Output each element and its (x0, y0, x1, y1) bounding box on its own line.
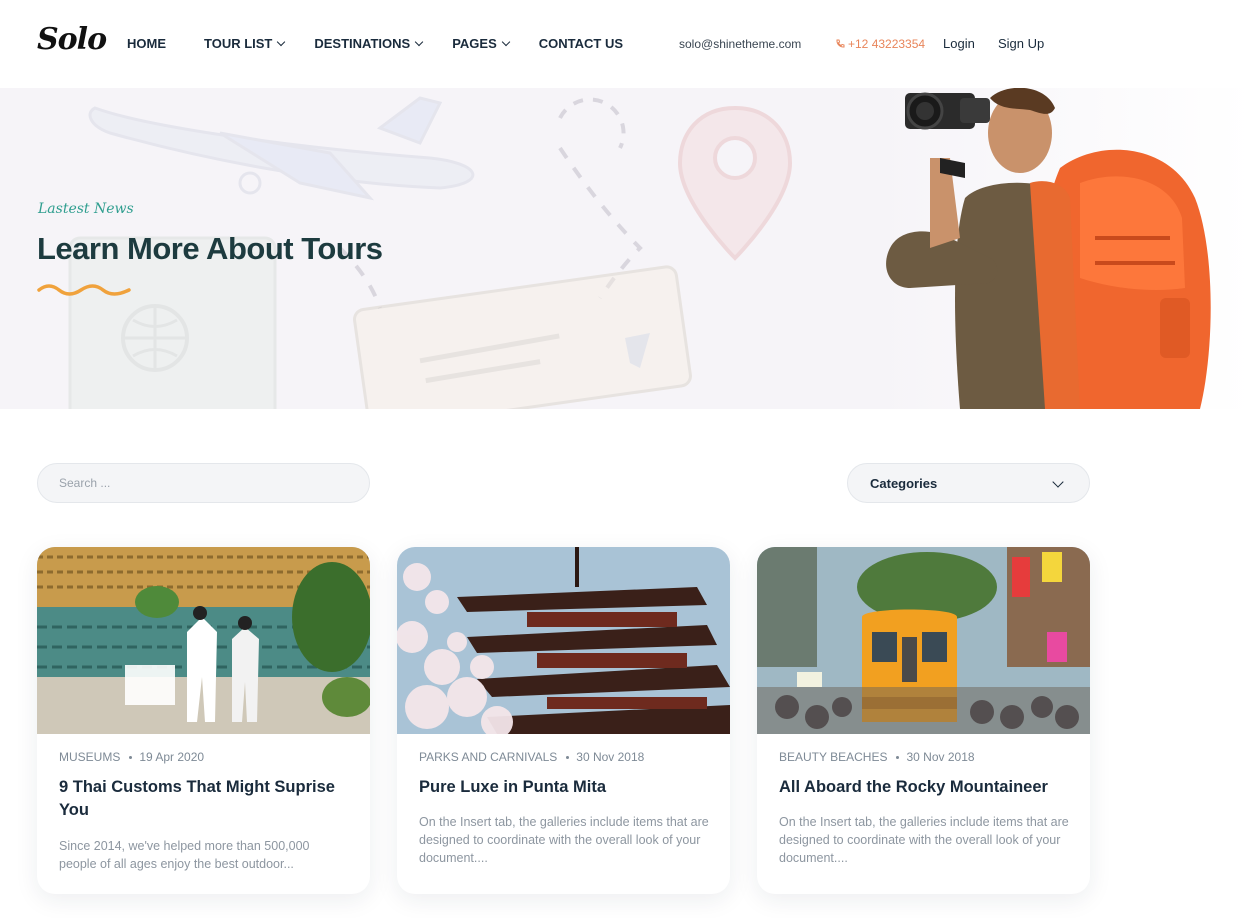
contact-phone[interactable]: +12 43223354 (835, 37, 925, 51)
nav-pages-label: PAGES (452, 36, 497, 51)
post-date: 30 Nov 2018 (576, 750, 645, 764)
signup-link[interactable]: Sign Up (998, 36, 1044, 51)
nav-contact-us-label: CONTACT US (538, 36, 624, 51)
categories-label: Categories (870, 475, 938, 491)
logo[interactable]: Solo (37, 22, 107, 57)
chevron-down-icon (277, 37, 286, 46)
contact-phone-number: +12 43223354 (848, 37, 926, 51)
meta-dot (566, 755, 570, 759)
hero-subtitle: Lastest News (38, 201, 134, 217)
search-input[interactable] (37, 463, 370, 503)
post-title[interactable]: 9 Thai Customs That Might Suprise You (59, 776, 359, 822)
post-title[interactable]: Pure Luxe in Punta Mita (419, 776, 719, 799)
chevron-down-icon (501, 37, 511, 46)
hero-banner: Lastest News Learn More About Tours (0, 88, 1253, 409)
nav-tour-list[interactable]: TOUR LIST (204, 36, 286, 51)
post-meta: MUSEUMS 19 Apr 2020 (59, 750, 204, 764)
nav-pages[interactable]: PAGES (452, 36, 511, 51)
contact-email[interactable]: solo@shinetheme.com (679, 37, 801, 51)
nav-home-label: HOME (127, 36, 166, 51)
post-meta: BEAUTY BEACHES 30 Nov 2018 (779, 750, 975, 764)
nav-destinations[interactable]: DESTINATIONS (314, 36, 424, 51)
meta-dot (129, 755, 133, 759)
post-category[interactable]: BEAUTY BEACHES (779, 750, 887, 764)
nav-destinations-label: DESTINATIONS (314, 36, 411, 51)
post-card[interactable]: PARKS AND CARNIVALS 30 Nov 2018 Pure Lux… (397, 547, 730, 894)
chevron-down-icon (1052, 476, 1064, 488)
post-image-thai-temple[interactable] (37, 547, 370, 734)
post-card[interactable]: MUSEUMS 19 Apr 2020 9 Thai Customs That … (37, 547, 370, 894)
post-image-train-market[interactable] (757, 547, 1090, 734)
phone-icon (836, 39, 845, 48)
nav-tour-list-label: TOUR LIST (204, 36, 273, 51)
post-title[interactable]: All Aboard the Rocky Mountaineer (779, 776, 1079, 799)
post-date: 19 Apr 2020 (139, 750, 205, 764)
meta-dot (896, 755, 900, 759)
login-link[interactable]: Login (943, 36, 975, 51)
nav-contact-us[interactable]: CONTACT US (539, 36, 623, 51)
post-card[interactable]: BEAUTY BEACHES 30 Nov 2018 All Aboard th… (757, 547, 1090, 894)
categories-select[interactable]: Categories (847, 463, 1090, 503)
post-category[interactable]: PARKS AND CARNIVALS (419, 750, 557, 764)
wave-divider-icon (37, 284, 131, 296)
post-image-pagoda[interactable] (397, 547, 730, 738)
post-date: 30 Nov 2018 (906, 750, 975, 764)
nav-home[interactable]: HOME (127, 36, 166, 51)
post-excerpt: Since 2014, we've helped more than 500,0… (59, 839, 310, 871)
hero-title: Learn More About Tours (37, 231, 383, 266)
post-category[interactable]: MUSEUMS (59, 750, 120, 764)
post-meta: PARKS AND CARNIVALS 30 Nov 2018 (419, 750, 644, 764)
post-excerpt: On the Insert tab, the galleries include… (779, 815, 1069, 865)
site-header: Solo HOME TOUR LIST DESTINATIONS PAGES C… (0, 0, 1253, 88)
photographer-image (870, 88, 1253, 409)
chevron-down-icon (414, 37, 424, 46)
main-nav: HOME TOUR LIST DESTINATIONS PAGES CONTAC… (127, 36, 661, 51)
post-excerpt: On the Insert tab, the galleries include… (419, 815, 709, 865)
